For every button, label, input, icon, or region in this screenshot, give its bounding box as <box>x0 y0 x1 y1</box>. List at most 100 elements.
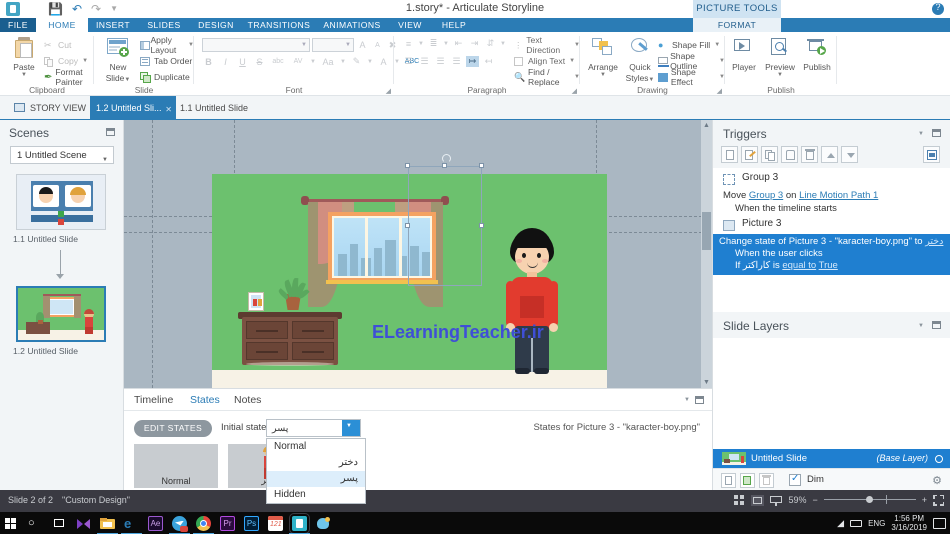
drawing-dialog-launcher[interactable]: ◢ <box>717 87 722 95</box>
copy-dropdown-icon[interactable]: ▼ <box>82 58 88 64</box>
scroll-thumb[interactable] <box>702 212 711 250</box>
line-spacing-dropdown-icon[interactable]: ▼ <box>500 41 506 47</box>
text-direction-button[interactable]: ⋮ Text Direction ▼ <box>514 35 580 55</box>
slide-layers-collapse-icon[interactable]: ▼ <box>918 323 924 329</box>
edit-layer-icon[interactable] <box>740 473 755 488</box>
triggers-toolbar[interactable] <box>721 146 940 163</box>
arrange-button[interactable]: Arrange ▼ <box>583 37 623 78</box>
selection-handle[interactable] <box>442 163 447 168</box>
fit-to-window-icon[interactable] <box>933 494 944 506</box>
arrange-dropdown-icon[interactable]: ▼ <box>583 72 623 78</box>
font-dialog-launcher[interactable]: ◢ <box>386 87 391 95</box>
strikethrough-button[interactable]: S <box>253 57 266 67</box>
highlight-button[interactable]: ✎ <box>350 56 363 67</box>
numbering-dropdown-icon[interactable]: ▼ <box>443 41 449 47</box>
scene-thumb-1-2[interactable] <box>16 286 106 342</box>
system-tray[interactable]: ◢ ENG 1:56 PM 3/16/2019 <box>837 512 946 534</box>
scenes-pin-icon[interactable] <box>106 128 115 136</box>
dropdown-option-hidden[interactable]: Hidden <box>267 487 365 503</box>
rtl-direction-button[interactable]: ↤ <box>482 56 495 67</box>
grid-view-icon[interactable] <box>734 494 745 506</box>
file-explorer-icon[interactable] <box>97 516 118 534</box>
paste-button[interactable]: Paste ▼ <box>4 37 44 78</box>
trigger-link-state[interactable]: دختر <box>925 236 943 247</box>
publish-button[interactable]: Publish <box>799 37 835 72</box>
slide-canvas[interactable]: ELearningTeacher.ir ▲ ▼ <box>124 120 712 388</box>
grow-font-icon[interactable]: A <box>356 40 369 50</box>
trigger-link-motion-path[interactable]: Line Motion Path 1 <box>799 190 878 201</box>
tab-animations[interactable]: ANIMATIONS <box>316 18 388 32</box>
slide-layers-list[interactable]: Untitled Slide (Base Layer) Dim ⚙ <box>713 338 950 490</box>
trigger-line-move[interactable]: Move Group 3 on Line Motion Path 1 <box>723 190 878 201</box>
trigger-link-operator[interactable]: equal to <box>782 260 816 271</box>
dropdown-option-dokhtar[interactable]: دختر <box>267 455 365 471</box>
tab-notes[interactable]: Notes <box>234 389 261 411</box>
zoom-out-button[interactable]: − <box>812 495 817 505</box>
tab-design[interactable]: DESIGN <box>190 18 242 32</box>
increase-indent-button[interactable]: ⇥ <box>468 38 481 49</box>
ltr-direction-button[interactable]: ↦ <box>466 56 479 67</box>
align-center-button[interactable]: ☰ <box>418 56 431 67</box>
dropdown-option-pesar[interactable]: پسر <box>267 471 365 487</box>
eye-icon[interactable] <box>935 455 943 463</box>
tab-insert[interactable]: INSERT <box>88 18 138 32</box>
new-slide-button[interactable]: New Slide▼ <box>98 37 138 84</box>
triggers-pin-icon[interactable] <box>932 129 941 137</box>
shape-fill-dropdown-icon[interactable]: ▼ <box>714 42 720 48</box>
preview-dropdown-icon[interactable]: ▼ <box>761 72 799 78</box>
calendar-icon[interactable]: 121 <box>268 515 283 531</box>
start-icon[interactable] <box>4 516 19 531</box>
quick-styles-dropdown-icon[interactable]: ▼ <box>648 77 654 83</box>
align-left-button[interactable]: ☰ <box>402 56 415 67</box>
subscript-button[interactable]: abc <box>270 58 286 65</box>
bottom-panel-pin-icon[interactable] <box>695 396 704 404</box>
scene-thumb-1-1[interactable] <box>16 174 106 230</box>
zoom-in-button[interactable]: + <box>922 495 927 505</box>
tab-states[interactable]: States <box>190 389 220 411</box>
paste-trigger-icon[interactable] <box>781 146 798 163</box>
notification-icon[interactable] <box>933 517 946 529</box>
premiere-icon[interactable]: Pr <box>220 515 235 531</box>
preview-button[interactable]: Preview ▼ <box>761 37 799 78</box>
slide-tab-1-2[interactable]: 1.2 Untitled Sli... ✕ <box>90 96 176 120</box>
bottom-panel-collapse-icon[interactable]: ▼ <box>684 397 690 403</box>
tab-home[interactable]: HOME <box>36 18 88 32</box>
new-layer-icon[interactable] <box>721 473 736 488</box>
edit-trigger-icon[interactable] <box>741 146 758 163</box>
char-spacing-dropdown-icon[interactable]: ▼ <box>310 59 316 65</box>
bullets-dropdown-icon[interactable]: ▼ <box>418 41 424 47</box>
apply-layout-button[interactable]: Apply Layout ▼ <box>140 35 194 55</box>
scene-select[interactable]: 1 Untitled Scene ▼ <box>10 146 114 164</box>
bold-button[interactable]: B <box>202 57 215 67</box>
chevron-down-icon[interactable] <box>342 420 360 436</box>
tab-view[interactable]: VIEW <box>388 18 432 32</box>
tab-help[interactable]: HELP <box>432 18 476 32</box>
tab-format[interactable]: FORMAT <box>693 18 781 32</box>
task-view-icon[interactable] <box>52 516 67 531</box>
change-case-button[interactable]: Aa <box>320 57 336 67</box>
numbering-button[interactable]: ≣ <box>427 38 440 49</box>
story-view-button[interactable]: STORY VIEW <box>14 96 86 120</box>
selection-handle[interactable] <box>479 223 484 228</box>
tab-file[interactable]: FILE <box>0 18 36 32</box>
language-indicator[interactable]: ENG <box>868 519 885 528</box>
delete-layer-icon[interactable] <box>759 473 774 488</box>
delete-trigger-icon[interactable] <box>801 146 818 163</box>
tab-timeline[interactable]: Timeline <box>134 389 173 411</box>
align-right-button[interactable]: ☰ <box>434 56 447 67</box>
font-color-button[interactable]: A <box>377 57 390 67</box>
decrease-indent-button[interactable]: ⇤ <box>452 38 465 49</box>
new-trigger-icon[interactable] <box>721 146 738 163</box>
bottom-panel-tabs[interactable]: Timeline States Notes ▼ <box>124 389 712 411</box>
quick-styles-button[interactable]: Quick Styles▼ <box>620 37 660 84</box>
duplicate-button[interactable]: Duplicate <box>140 70 190 84</box>
italic-button[interactable]: I <box>219 57 232 67</box>
telegram-icon[interactable] <box>169 515 190 534</box>
ribbon-tab-strip[interactable]: FILE HOME INSERT SLIDES DESIGN TRANSITIO… <box>0 18 950 32</box>
search-icon[interactable]: ○ <box>28 516 43 531</box>
shape-fill-button[interactable]: ● Shape Fill ▼ <box>658 38 720 52</box>
paint3d-icon[interactable] <box>316 516 331 531</box>
storyline-active-icon[interactable] <box>289 512 310 534</box>
character-spacing-button[interactable]: AV <box>290 58 306 65</box>
shrink-font-icon[interactable]: A <box>371 42 384 49</box>
